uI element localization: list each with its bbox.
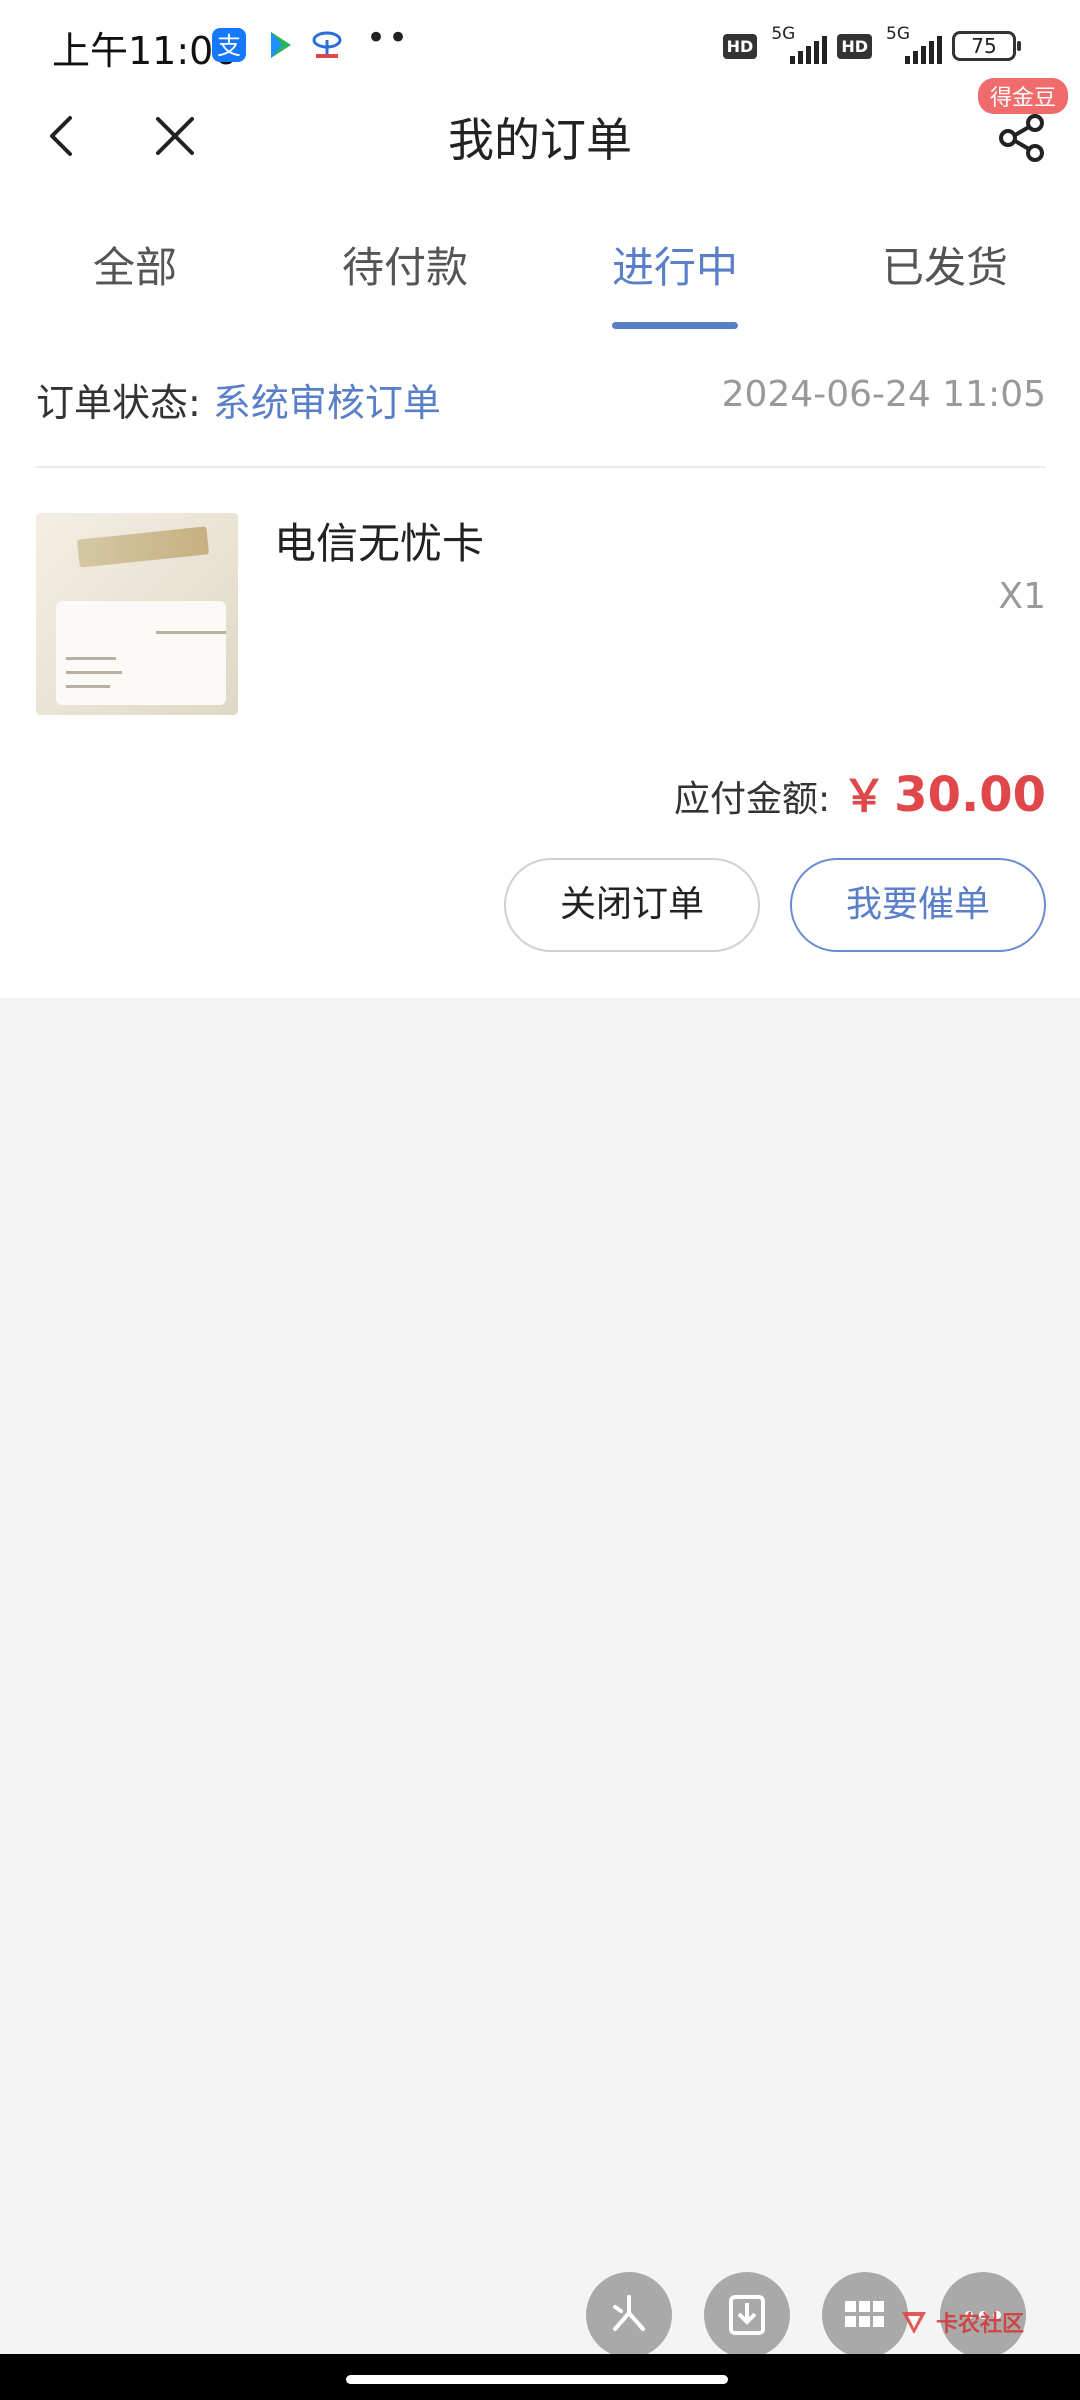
order-page: 上午11:06 支 •• HD 5G HD 5G 75 我的订单 得金豆 全部 … (0, 0, 1080, 998)
signal-icon: 5G (767, 24, 828, 66)
more-notifications: •• (366, 18, 411, 58)
tab-in-progress[interactable]: 进行中 (540, 232, 810, 332)
order-status-row: 订单状态: 系统审核订单 2024-06-24 11:05 (36, 372, 1046, 428)
download-icon (729, 2295, 765, 2335)
hd-badge: HD (837, 33, 872, 59)
grid-button[interactable] (822, 2272, 908, 2358)
order-tabs: 全部 待付款 进行中 已发货 (0, 232, 1080, 332)
order-date: 2024-06-24 11:05 (721, 374, 1046, 415)
currency-symbol: ￥ (842, 771, 887, 822)
sparkle-button[interactable] (586, 2272, 672, 2358)
urge-order-button[interactable]: 我要催单 (790, 858, 1046, 952)
tab-all[interactable]: 全部 (0, 232, 270, 332)
telecom-icon (310, 28, 344, 62)
battery-icon: 75 (952, 31, 1021, 61)
close-order-button[interactable]: 关闭订单 (504, 858, 760, 952)
tab-shipped[interactable]: 已发货 (810, 232, 1080, 332)
hd-badge: HD (722, 33, 758, 59)
status-indicators: HD 5G HD 5G 75 (722, 24, 1021, 66)
sparkle-icon (613, 2295, 645, 2331)
tab-pending-payment[interactable]: 待付款 (270, 232, 540, 332)
order-status-label: 订单状态: (36, 381, 213, 425)
share-icon[interactable] (996, 112, 1046, 164)
watermark-logo-icon (902, 2312, 926, 2334)
watermark-text: 卡农社区 (936, 2312, 1025, 2337)
alipay-icon: 支 (212, 28, 246, 62)
product-thumbnail[interactable] (36, 513, 238, 715)
signal-icon: 5G (882, 24, 942, 66)
watermark: 卡农社区 (898, 2306, 1024, 2338)
amount-value: 30.00 (894, 767, 1046, 823)
status-bar: 上午11:06 支 •• HD 5G HD 5G 75 (0, 0, 1080, 92)
order-status-value: 系统审核订单 (212, 381, 441, 425)
page-title: 我的订单 (448, 113, 632, 167)
amount-label: 应付金额: (674, 779, 831, 820)
product-name[interactable]: 电信无忧卡 (274, 510, 484, 571)
coin-badge[interactable]: 得金豆 (978, 78, 1069, 114)
download-button[interactable] (704, 2272, 790, 2358)
home-indicator[interactable] (346, 2375, 728, 2384)
navigation-bar (0, 2354, 1080, 2400)
grid-icon (845, 2301, 884, 2327)
amount-row: 应付金额: ￥ 30.00 (674, 760, 1046, 824)
status-time: 上午11:06 (52, 29, 238, 73)
product-quantity: X1 (998, 576, 1046, 617)
video-app-icon (262, 28, 296, 62)
svg-text:支: 支 (217, 32, 241, 60)
divider (36, 466, 1046, 468)
